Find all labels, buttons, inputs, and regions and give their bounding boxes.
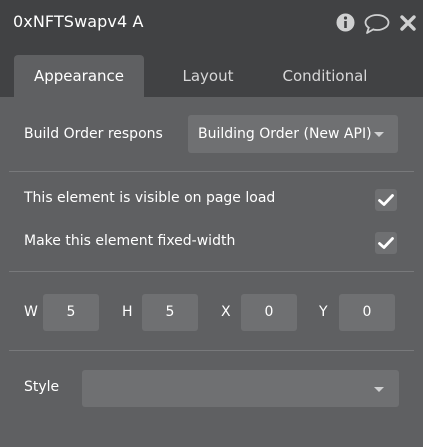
build-order-dropdown[interactable]: Building Order (New API) (188, 115, 398, 153)
tab-layout[interactable]: Layout (158, 55, 258, 97)
style-label: Style (24, 379, 60, 395)
fixed-width-label: Make this element fixed-width (24, 233, 236, 249)
panel-header: 0xNFTSwapv4 A (0, 0, 423, 45)
width-label: W (24, 304, 38, 320)
height-input[interactable]: 5 (142, 294, 198, 331)
height-label: H (122, 304, 133, 320)
divider (9, 271, 414, 272)
y-label: Y (319, 304, 328, 320)
tab-bar: Appearance Layout Conditional (0, 45, 423, 97)
chevron-down-icon (374, 132, 384, 137)
fixed-width-checkbox[interactable] (375, 232, 397, 254)
divider (9, 350, 414, 351)
checkmark-icon (378, 237, 394, 249)
x-label: X (221, 304, 231, 320)
width-input[interactable]: 5 (43, 294, 99, 331)
comment-icon[interactable] (364, 14, 390, 38)
info-icon[interactable] (336, 13, 355, 36)
divider (9, 171, 414, 172)
tab-conditional[interactable]: Conditional (266, 55, 384, 97)
checkmark-icon (378, 194, 394, 206)
x-input[interactable]: 0 (241, 294, 297, 331)
y-input[interactable]: 0 (339, 294, 395, 331)
element-title[interactable]: 0xNFTSwapv4 A (13, 12, 144, 31)
close-icon[interactable] (400, 15, 416, 35)
build-order-value: Building Order (New API) (198, 126, 372, 142)
visible-on-load-checkbox[interactable] (375, 189, 397, 211)
style-dropdown[interactable] (82, 370, 399, 407)
visible-on-load-label: This element is visible on page load (24, 190, 276, 206)
tab-appearance[interactable]: Appearance (14, 55, 144, 97)
chevron-down-icon (374, 387, 384, 392)
build-order-label: Build Order respons (24, 126, 163, 142)
